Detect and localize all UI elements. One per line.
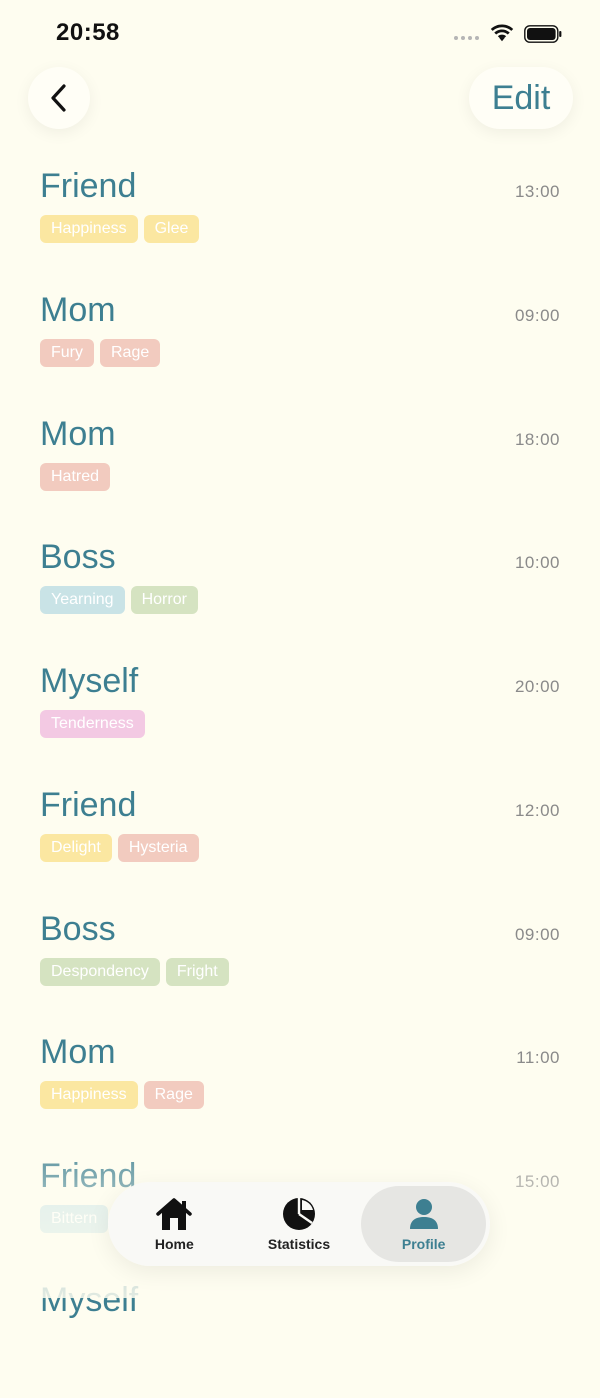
list-item[interactable]: Boss 09:00 Despondency Fright bbox=[0, 903, 600, 1027]
entry-name: Friend bbox=[40, 167, 137, 205]
entry-tags: Tenderness bbox=[40, 710, 145, 738]
emotion-tag: Tenderness bbox=[40, 710, 145, 738]
tab-statistics-label: Statistics bbox=[267, 1236, 331, 1252]
wifi-icon bbox=[490, 24, 514, 42]
emotion-tag: Yearning bbox=[40, 586, 125, 615]
tab-home-label: Home bbox=[154, 1236, 194, 1252]
entry-name: Mom bbox=[40, 1033, 116, 1072]
entry-name: Friend bbox=[40, 1157, 137, 1195]
emotion-tag: Hysteria bbox=[117, 833, 199, 862]
emotion-tag: Glee bbox=[143, 215, 200, 243]
list-item[interactable]: Myself 20:00 Tenderness bbox=[0, 655, 600, 779]
emotion-tag: Hatred bbox=[40, 462, 111, 491]
entry-name: Myself bbox=[40, 1280, 139, 1319]
entry-name: Friend bbox=[40, 785, 137, 824]
entry-time: 12:00 bbox=[514, 800, 560, 820]
battery-icon bbox=[524, 25, 562, 43]
status-bar: 20:58 bbox=[0, 0, 600, 60]
tab-home[interactable]: Home bbox=[112, 1186, 237, 1262]
list-item[interactable]: Mom 09:00 Fury Rage bbox=[0, 284, 600, 408]
entry-tags: Fury Rage bbox=[40, 338, 161, 367]
emotion-tag: Horror bbox=[130, 586, 198, 615]
edit-button[interactable]: Edit bbox=[469, 67, 573, 129]
entry-time: 20:00 bbox=[514, 677, 560, 696]
entry-tags: Hatred bbox=[40, 462, 111, 491]
entry-time: 13:00 bbox=[514, 182, 560, 201]
home-icon bbox=[154, 1196, 194, 1232]
status-time: 20:58 bbox=[56, 19, 120, 46]
entry-name: Myself bbox=[40, 662, 139, 700]
entry-tags: Happiness Rage bbox=[40, 1081, 204, 1110]
list-item[interactable]: Mom 18:00 Hatred bbox=[0, 408, 600, 532]
entry-tags: Yearning Horror bbox=[40, 586, 198, 615]
entry-tags: Delight Hysteria bbox=[40, 833, 199, 862]
entry-time: 09:00 bbox=[514, 305, 560, 325]
tab-statistics[interactable]: Statistics bbox=[237, 1186, 362, 1262]
emotion-tag: Fury bbox=[40, 338, 94, 367]
list-item[interactable]: Boss 10:00 Yearning Horror bbox=[0, 531, 600, 655]
entry-time: 11:00 bbox=[516, 1048, 560, 1068]
emotion-tag: Happiness bbox=[40, 215, 138, 243]
cellular-signal-icon bbox=[454, 36, 479, 40]
tab-bar: Home Statistics Profile bbox=[108, 1182, 490, 1266]
entry-tags: Happiness Glee bbox=[40, 215, 200, 243]
back-button[interactable] bbox=[28, 67, 90, 129]
list-item[interactable]: Friend 13:00 Happiness Glee bbox=[0, 160, 600, 284]
entry-name: Boss bbox=[40, 538, 116, 577]
chevron-left-icon bbox=[51, 84, 66, 112]
entry-tags: Despondency Fright bbox=[40, 957, 229, 986]
list-item[interactable]: Friend 12:00 Delight Hysteria bbox=[0, 779, 600, 903]
emotion-tag: Happiness bbox=[40, 1081, 138, 1110]
entry-tags: Bittern bbox=[40, 1205, 109, 1233]
tab-profile[interactable]: Profile bbox=[361, 1186, 487, 1262]
emotion-tag: Despondency bbox=[40, 957, 160, 986]
emotion-tag: Rage bbox=[100, 338, 161, 367]
entry-name: Mom bbox=[40, 290, 116, 329]
entry-time: 15:00 bbox=[514, 1172, 560, 1191]
list-item[interactable]: Myself bbox=[0, 1274, 600, 1398]
list-item[interactable]: Mom 11:00 Happiness Rage bbox=[0, 1026, 600, 1150]
pie-chart-icon bbox=[279, 1196, 319, 1232]
entry-name: Mom bbox=[40, 414, 116, 453]
person-icon bbox=[404, 1196, 444, 1232]
emotion-tag: Delight bbox=[40, 833, 112, 862]
entry-time: 10:00 bbox=[514, 553, 560, 573]
emotion-tag: Fright bbox=[165, 957, 229, 986]
entry-time: 09:00 bbox=[514, 924, 560, 944]
emotion-tag: Bittern bbox=[40, 1205, 109, 1233]
entry-name: Boss bbox=[40, 909, 116, 948]
tab-profile-label: Profile bbox=[401, 1236, 446, 1252]
emotion-tag: Rage bbox=[143, 1081, 204, 1110]
entry-time: 18:00 bbox=[514, 429, 560, 449]
